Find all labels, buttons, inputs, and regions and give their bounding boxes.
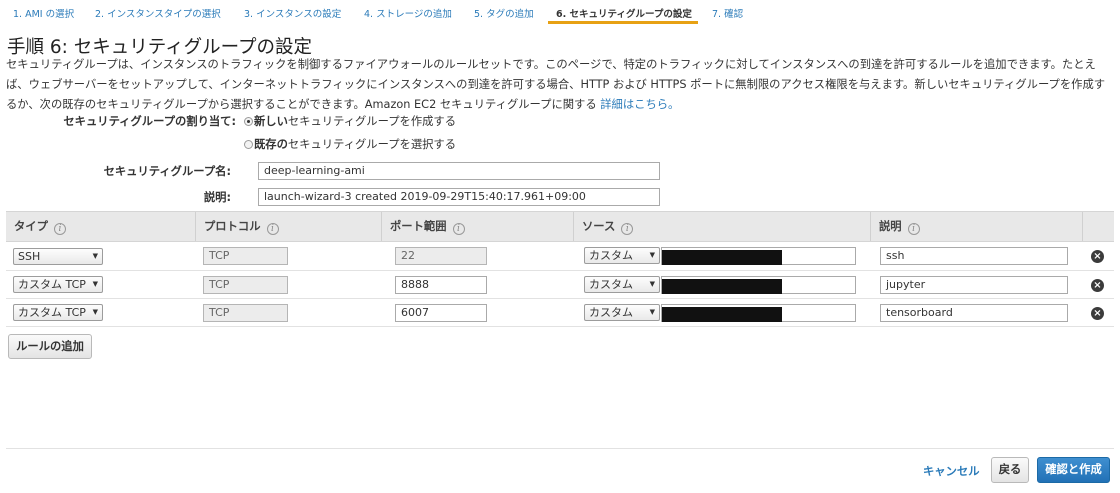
footer-divider <box>6 448 1114 449</box>
back-button[interactable]: 戻る <box>991 457 1029 483</box>
dropdown-arrow-icon: ▼ <box>649 308 655 316</box>
col-header-port-range: ポート範囲 i <box>382 212 465 241</box>
rule-type-select[interactable]: カスタム TCP ▼ <box>13 304 103 321</box>
wizard-steps: 1. AMI の選択 2. インスタンスタイプの選択 3. インスタンスの設定 … <box>0 0 1120 24</box>
radio-existing-label: セキュリティグループを選択する <box>287 138 457 151</box>
info-icon[interactable]: i <box>907 223 920 235</box>
rule-source-select[interactable]: カスタム ▼ <box>584 304 660 321</box>
redacted-cidr <box>662 279 782 294</box>
step-tab-2-instance-type[interactable]: 2. インスタンスタイプの選択 <box>95 6 221 20</box>
rule-type-select[interactable]: SSH ▼ <box>13 248 103 265</box>
rule-source-value: カスタム <box>589 306 633 319</box>
dropdown-arrow-icon: ▼ <box>92 280 98 288</box>
group-description-label: 説明: <box>203 191 231 204</box>
rule-source-cidr-input[interactable] <box>661 276 856 294</box>
col-header-description-label: 説明 <box>879 220 902 233</box>
radio-new-indicator[interactable] <box>244 116 253 126</box>
rule-source-cidr-input[interactable] <box>661 247 856 265</box>
cancel-button[interactable]: キャンセル <box>923 463 980 479</box>
col-header-type: タイプ i <box>6 212 66 241</box>
group-description-input[interactable]: launch-wizard-3 created 2019-09-29T15:40… <box>258 188 660 206</box>
rule-source-cidr-input[interactable] <box>661 304 856 322</box>
rule-source-select[interactable]: カスタム ▼ <box>584 276 660 293</box>
col-header-source-label: ソース <box>582 220 616 233</box>
group-name-label: セキュリティグループ名: <box>103 165 231 178</box>
rule-source-value: カスタム <box>589 249 633 262</box>
remove-rule-icon[interactable]: × <box>1091 307 1104 320</box>
step-tab-5-tags[interactable]: 5. タグの追加 <box>474 6 534 20</box>
row-divider <box>6 298 1114 299</box>
description-text: セキュリティグループは、インスタンスのトラフィックを制御するファイアウォールのル… <box>6 58 1106 111</box>
assignment-label: セキュリティグループの割り当て: <box>63 115 236 128</box>
step-tab-4-storage[interactable]: 4. ストレージの追加 <box>364 6 452 20</box>
col-header-source: ソース i <box>574 212 634 241</box>
group-name-input[interactable]: deep-learning-ami <box>258 162 660 180</box>
info-icon[interactable]: i <box>266 223 279 235</box>
rule-type-select[interactable]: カスタム TCP ▼ <box>13 276 103 293</box>
rule-port-input[interactable]: 6007 <box>395 304 487 322</box>
add-rule-button[interactable]: ルールの追加 <box>8 334 92 359</box>
redacted-cidr <box>662 307 782 322</box>
info-icon[interactable]: i <box>53 223 66 235</box>
step-tab-7-review[interactable]: 7. 確認 <box>712 6 743 20</box>
step-tab-3-instance-config[interactable]: 3. インスタンスの設定 <box>244 6 341 20</box>
remove-rule-icon[interactable]: × <box>1091 250 1104 263</box>
step-tab-1-ami[interactable]: 1. AMI の選択 <box>13 6 74 20</box>
rule-description-input[interactable]: ssh <box>880 247 1068 265</box>
info-icon[interactable]: i <box>621 223 634 235</box>
page-description: セキュリティグループは、インスタンスのトラフィックを制御するファイアウォールのル… <box>6 55 1114 115</box>
radio-new-label-bold: 新しい <box>254 115 288 128</box>
radio-new-label: セキュリティグループを作成する <box>287 115 457 128</box>
remove-rule-icon[interactable]: × <box>1091 279 1104 292</box>
rule-protocol-field: TCP <box>203 276 288 294</box>
rule-port-input[interactable]: 8888 <box>395 276 487 294</box>
column-divider <box>1082 212 1083 241</box>
step-tab-6-security-group[interactable]: 6. セキュリティグループの設定 <box>556 6 692 20</box>
rule-type-value: カスタム TCP <box>18 278 86 291</box>
rule-protocol-field: TCP <box>203 304 288 322</box>
rule-port-field: 22 <box>395 247 487 265</box>
rule-type-value: SSH <box>18 250 41 263</box>
row-divider <box>6 326 1114 327</box>
radio-existing-label-bold: 既存の <box>254 138 288 151</box>
col-header-type-label: タイプ <box>14 220 48 233</box>
rule-description-input[interactable]: tensorboard <box>880 304 1068 322</box>
row-divider <box>6 270 1114 271</box>
col-header-port-label: ポート範囲 <box>390 220 447 233</box>
rule-description-input[interactable]: jupyter <box>880 276 1068 294</box>
details-link[interactable]: 詳細はこちら。 <box>600 98 679 111</box>
review-and-launch-button[interactable]: 確認と作成 <box>1037 457 1110 483</box>
dropdown-arrow-icon: ▼ <box>649 280 655 288</box>
rule-type-value: カスタム TCP <box>18 306 86 319</box>
dropdown-arrow-icon: ▼ <box>92 252 98 260</box>
radio-existing-security-group[interactable]: 既存の セキュリティグループを選択する <box>244 136 456 152</box>
col-header-description: 説明 i <box>871 212 920 241</box>
rule-protocol-field: TCP <box>203 247 288 265</box>
dropdown-arrow-icon: ▼ <box>649 251 655 259</box>
rule-source-value: カスタム <box>589 278 633 291</box>
col-header-protocol-label: プロトコル <box>204 220 261 233</box>
radio-new-security-group[interactable]: 新しい セキュリティグループを作成する <box>244 113 456 129</box>
rule-source-select[interactable]: カスタム ▼ <box>584 247 660 264</box>
radio-existing-indicator[interactable] <box>244 139 253 149</box>
rules-table-header: タイプ i プロトコル i ポート範囲 i ソース i 説明 i <box>6 211 1114 242</box>
redacted-cidr <box>662 250 782 265</box>
info-icon[interactable]: i <box>452 223 465 235</box>
col-header-protocol: プロトコル i <box>196 212 279 241</box>
active-step-indicator <box>548 21 698 24</box>
dropdown-arrow-icon: ▼ <box>92 308 98 316</box>
